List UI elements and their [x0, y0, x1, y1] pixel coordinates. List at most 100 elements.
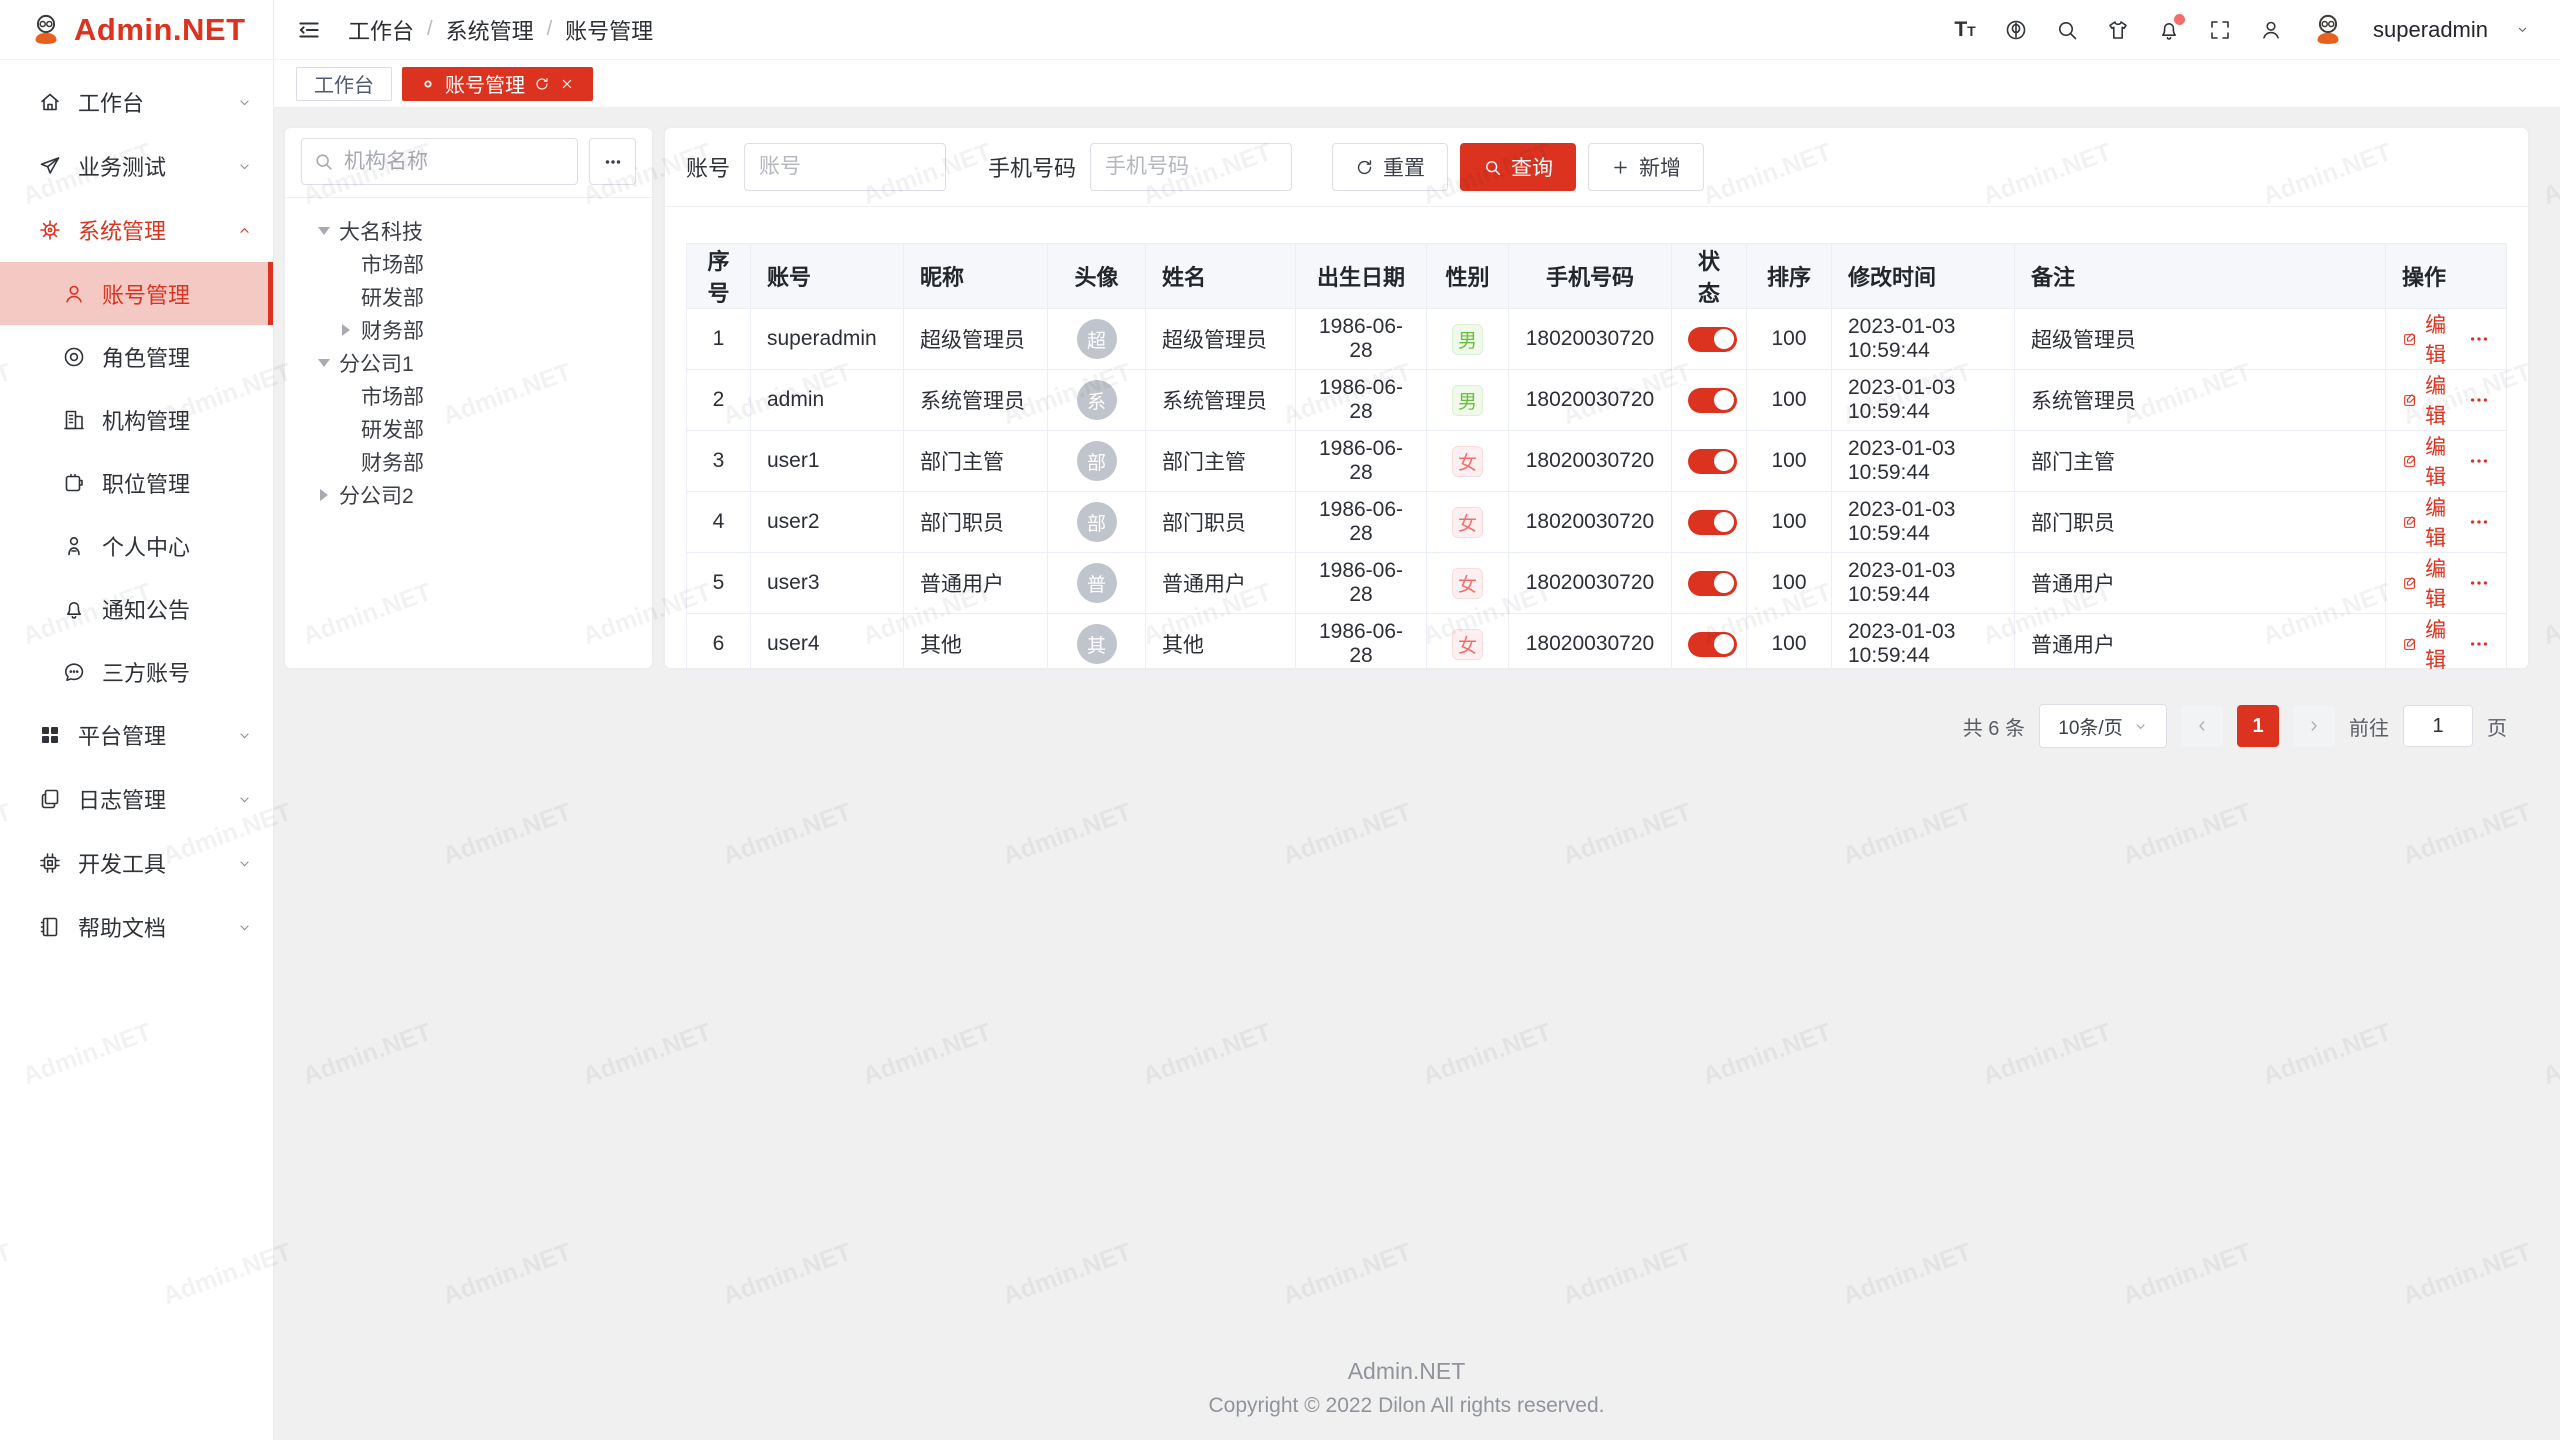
query-button[interactable]: 查询 [1460, 143, 1576, 191]
next-page-button[interactable] [2293, 705, 2335, 747]
gender-badge: 女 [1452, 446, 1483, 477]
sidebar-item-workbench[interactable]: 工作台 [0, 70, 273, 134]
status-toggle[interactable] [1688, 571, 1737, 596]
pagination-total: 共 6 条 [1963, 712, 2025, 741]
tree-node[interactable]: 市场部 [301, 379, 636, 412]
tab-account-management[interactable]: 账号管理 [402, 67, 593, 101]
caret-right-icon[interactable] [313, 484, 335, 506]
breadcrumb-item[interactable]: 工作台 [348, 14, 414, 46]
edit-button[interactable]: 编辑 [2402, 614, 2459, 674]
phone-filter-input[interactable] [1090, 143, 1292, 191]
collapse-menu-icon[interactable] [296, 17, 322, 43]
tab-workbench[interactable]: 工作台 [296, 67, 392, 101]
theme-icon[interactable] [2106, 18, 2130, 42]
caret-right-icon[interactable] [335, 319, 357, 341]
caret-down-icon[interactable] [313, 220, 335, 242]
sidebar-item-help-docs[interactable]: 帮助文档 [0, 895, 273, 959]
cell-birth: 1986-06-28 [1296, 553, 1427, 614]
tree-node[interactable]: 财务部 [301, 445, 636, 478]
sidebar-item-profile-center[interactable]: 个人中心 [0, 514, 273, 577]
add-button[interactable]: 新增 [1588, 143, 1704, 191]
tree-node[interactable]: 分公司2 [301, 478, 636, 511]
sidebar-submenu: 账号管理角色管理机构管理职位管理个人中心通知公告三方账号 [0, 262, 273, 703]
edit-button[interactable]: 编辑 [2402, 553, 2459, 613]
sidebar-item-label: 业务测试 [78, 150, 166, 182]
status-toggle[interactable] [1688, 449, 1737, 474]
caret-placeholder [335, 418, 357, 440]
sidebar-item-label: 开发工具 [78, 847, 166, 879]
language-icon[interactable] [2004, 18, 2028, 42]
more-actions-button[interactable] [2468, 572, 2490, 594]
tab-refresh-icon[interactable] [534, 76, 550, 92]
sidebar-item-label: 职位管理 [102, 467, 190, 499]
page-size-select[interactable]: 10条/页 [2039, 704, 2167, 748]
cell-nickname: 部门主管 [904, 431, 1048, 492]
sidebar-item-log-management[interactable]: 日志管理 [0, 767, 273, 831]
org-tree-panel: 大名科技市场部研发部财务部分公司1市场部研发部财务部分公司2 [285, 128, 652, 668]
footer-copyright: Copyright © 2022 Dilon All rights reserv… [285, 1394, 2528, 1418]
status-toggle[interactable] [1688, 510, 1737, 535]
sidebar-item-account-management[interactable]: 账号管理 [0, 262, 273, 325]
bell-icon [62, 597, 86, 621]
org-search-input[interactable] [301, 138, 578, 185]
edit-button[interactable]: 编辑 [2402, 431, 2459, 491]
reset-button[interactable]: 重置 [1332, 143, 1448, 191]
caret-placeholder [335, 385, 357, 407]
cell-name: 部门职员 [1146, 492, 1296, 553]
breadcrumb-item: 账号管理 [565, 14, 653, 46]
sidebar-item-platform-management[interactable]: 平台管理 [0, 703, 273, 767]
edit-button[interactable]: 编辑 [2402, 370, 2459, 430]
user-avatar[interactable] [2310, 12, 2346, 48]
sidebar-item-notice-announcement[interactable]: 通知公告 [0, 577, 273, 640]
more-actions-button[interactable] [2468, 389, 2490, 411]
search-icon[interactable] [2055, 18, 2079, 42]
sidebar-item-org-management[interactable]: 机构管理 [0, 388, 273, 451]
username[interactable]: superadmin [2373, 17, 2488, 43]
column-header: 手机号码 [1509, 244, 1672, 309]
edit-button[interactable]: 编辑 [2402, 309, 2459, 369]
more-actions-button[interactable] [2468, 511, 2490, 533]
more-actions-button[interactable] [2468, 328, 2490, 350]
cell-nickname: 其他 [904, 614, 1048, 675]
tree-node[interactable]: 市场部 [301, 247, 636, 280]
current-page-button[interactable]: 1 [2237, 705, 2279, 747]
status-toggle[interactable] [1688, 632, 1737, 657]
sidebar-item-system-management[interactable]: 系统管理 [0, 198, 273, 262]
sidebar-item-role-management[interactable]: 角色管理 [0, 325, 273, 388]
edit-button[interactable]: 编辑 [2402, 492, 2459, 552]
caret-down-icon[interactable] [313, 352, 335, 374]
cell-avatar: 超 [1048, 309, 1146, 370]
sidebar-item-business-test[interactable]: 业务测试 [0, 134, 273, 198]
goto-page-input[interactable] [2403, 705, 2473, 747]
notification-icon[interactable] [2157, 18, 2181, 42]
prev-page-button[interactable] [2181, 705, 2223, 747]
user-menu-caret-icon[interactable] [2515, 22, 2530, 37]
status-toggle[interactable] [1688, 388, 1737, 413]
account-filter-input[interactable] [744, 143, 946, 191]
status-toggle[interactable] [1688, 327, 1737, 352]
sidebar-item-label: 工作台 [78, 86, 144, 118]
more-actions-button[interactable] [2468, 450, 2490, 472]
tree-more-button[interactable] [589, 138, 636, 185]
footer-title: Admin.NET [285, 1358, 2528, 1385]
sidebar-item-position-management[interactable]: 职位管理 [0, 451, 273, 514]
tree-node[interactable]: 研发部 [301, 280, 636, 313]
tab-close-icon[interactable] [559, 76, 575, 92]
cell-gender: 男 [1427, 309, 1509, 370]
profile-icon[interactable] [2259, 18, 2283, 42]
cell-operations: 编辑 [2386, 431, 2507, 492]
tree-node[interactable]: 大名科技 [301, 214, 636, 247]
tree-node[interactable]: 财务部 [301, 313, 636, 346]
sidebar-item-third-party-account[interactable]: 三方账号 [0, 640, 273, 703]
tree-node[interactable]: 研发部 [301, 412, 636, 445]
tree-node[interactable]: 分公司1 [301, 346, 636, 379]
more-actions-button[interactable] [2468, 633, 2490, 655]
font-size-icon[interactable]: TT [1953, 18, 1977, 42]
cell-modified: 2023-01-03 10:59:44 [1832, 553, 2015, 614]
main-column: 工作台/系统管理/账号管理 TT superadmin 工作台账号管理 [274, 0, 2560, 1440]
sidebar-item-dev-tools[interactable]: 开发工具 [0, 831, 273, 895]
gender-badge: 女 [1452, 629, 1483, 660]
fullscreen-icon[interactable] [2208, 18, 2232, 42]
position-icon [62, 471, 86, 495]
breadcrumb-item[interactable]: 系统管理 [446, 14, 534, 46]
